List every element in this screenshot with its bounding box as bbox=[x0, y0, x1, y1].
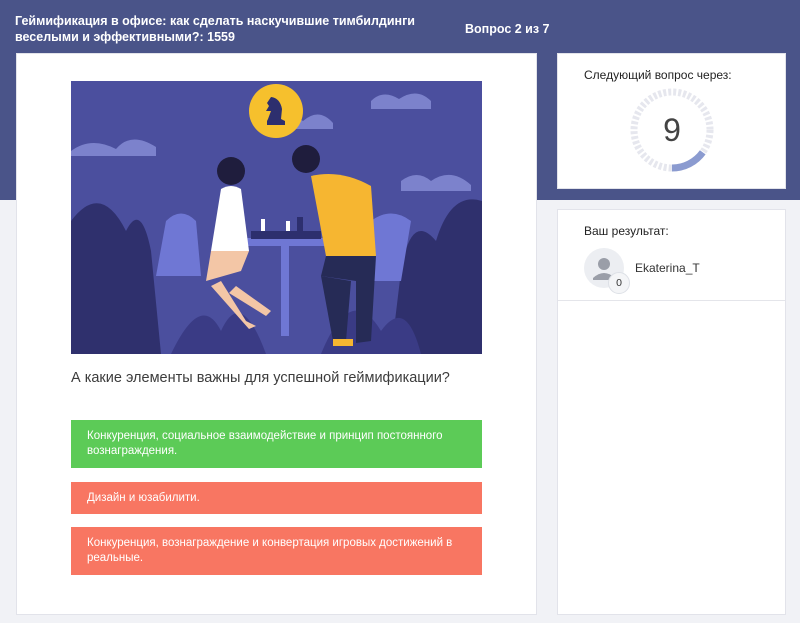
question-card: А какие элементы важны для успешной гейм… bbox=[16, 53, 537, 615]
question-counter: Вопрос 2 из 7 bbox=[465, 22, 550, 36]
score-badge: 0 bbox=[608, 272, 630, 294]
user-name: Ekaterina_T bbox=[635, 261, 700, 275]
answer-option-1[interactable]: Конкуренция, социальное взаимодействие и… bbox=[71, 420, 482, 468]
timer-card: Следующий вопрос через: 9 bbox=[557, 53, 786, 189]
timer-label: Следующий вопрос через: bbox=[584, 68, 732, 82]
user-row: 0 Ekaterina_T bbox=[558, 244, 785, 301]
answer-option-2[interactable]: Дизайн и юзабилити. bbox=[71, 482, 482, 514]
answer-option-3[interactable]: Конкуренция, вознаграждение и конвертаци… bbox=[71, 527, 482, 575]
timer-value: 9 bbox=[663, 111, 681, 148]
results-card: Ваш результат: 0 Ekaterina_T bbox=[557, 209, 786, 615]
question-illustration bbox=[71, 81, 482, 354]
results-label: Ваш результат: bbox=[584, 224, 669, 238]
question-text: А какие элементы важны для успешной гейм… bbox=[71, 370, 450, 386]
quiz-title: Геймификация в офисе: как сделать наскуч… bbox=[15, 14, 415, 44]
